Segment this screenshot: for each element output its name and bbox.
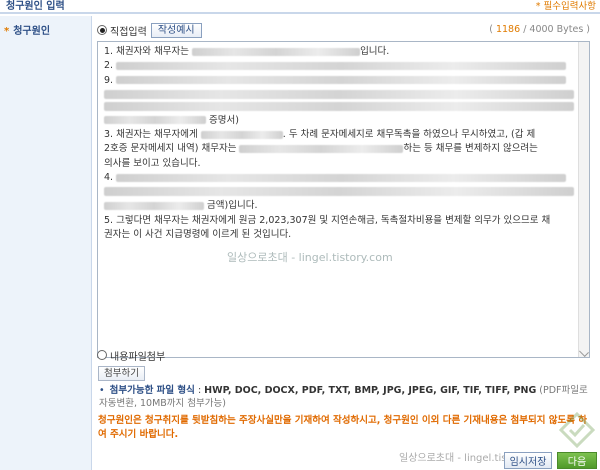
text-segment: 1. 채권자와 채무자는	[104, 46, 190, 57]
file-attach-radio[interactable]	[97, 350, 107, 360]
allowed-formats-note: • 첨부가능한 파일 형식 : HWP, DOC, DOCX, PDF, TXT…	[99, 384, 594, 410]
text-line: 권자는 이 사건 지급명령에 이르게 된 것입니다.	[104, 228, 292, 240]
direct-input-radio[interactable]	[97, 25, 107, 35]
sidebar-item-label: 청구원인	[13, 26, 51, 37]
redacted-text	[116, 173, 567, 182]
next-button[interactable]: 다음	[557, 452, 597, 469]
redacted-text	[116, 61, 567, 70]
redacted-text	[192, 47, 361, 56]
redacted-text	[239, 144, 404, 153]
direct-input-option: 직접입력 작성예시	[97, 22, 202, 38]
formats-colon: :	[194, 385, 205, 396]
redacted-text	[104, 201, 204, 210]
textarea-content: 1. 채권자와 채무자는 입니다. 2. 9. 증명서) 3. 채권자는 채무자…	[104, 45, 575, 242]
formats-types: HWP, DOC, DOCX, PDF, TXT, BMP, JPG, JPEG…	[204, 385, 537, 396]
resize-grip-icon[interactable]	[579, 347, 589, 357]
redacted-text	[104, 116, 206, 125]
page-title: 청구원인 입력	[6, 1, 65, 12]
text-segment: 하는 등 채무를 변제하지 않으려는	[403, 143, 538, 155]
counter-used: 1186	[495, 24, 521, 35]
save-draft-button[interactable]: 임시저장	[504, 452, 552, 469]
counter-limit: / 4000 Bytes )	[523, 24, 590, 35]
redacted-text	[200, 130, 283, 139]
text-line: 1. 채권자와 채무자는 입니다.	[104, 45, 575, 59]
sidebar: * 청구원인	[0, 16, 92, 470]
redacted-text	[104, 101, 574, 111]
counter-open: (	[489, 24, 493, 35]
text-segment: 3. 채권자는 채무자에게	[104, 129, 198, 141]
main-panel: 직접입력 작성예시 ( 1186 / 4000 Bytes ) 1. 채권자와 …	[93, 16, 600, 470]
text-line: 4.	[104, 171, 575, 185]
text-segment: 2.	[104, 60, 114, 72]
text-segment: 증명서)	[209, 114, 239, 126]
warning-text: 청구원인은 청구취지를 뒷받침하는 주장사실만을 기재하여 작성하시고, 청구원…	[98, 415, 588, 440]
file-attach-option: 내용파일첨부	[97, 347, 169, 363]
attach-button[interactable]: 첨부하기	[98, 366, 145, 381]
text-line: 3. 채권자는 채무자에게 . 두 차례 문자메세지로 채무독촉을 하였으나 무…	[104, 128, 575, 142]
text-segment: 4.	[104, 172, 114, 184]
text-line: 2호증 문자메세지 내역) 채무자는 하는 등 채무를 변제하지 않으려는	[104, 142, 575, 156]
required-star-icon: *	[4, 26, 10, 37]
text-line: 금액)입니다.	[104, 199, 575, 213]
file-attach-label[interactable]: 내용파일첨부	[110, 348, 165, 363]
bullet-icon: •	[99, 385, 105, 396]
sidebar-item-claim-reason[interactable]: * 청구원인	[4, 22, 50, 37]
textarea-scrollbar[interactable]	[578, 42, 589, 357]
text-segment: 9.	[104, 74, 114, 86]
watermark: 일상으로초대 - lingel.tistory.com	[227, 251, 393, 264]
redacted-text	[116, 76, 567, 85]
text-line: 2.	[104, 59, 575, 73]
watermark-logo-icon	[559, 412, 595, 448]
example-button[interactable]: 작성예시	[150, 22, 202, 38]
text-segment: 입니다.	[360, 46, 390, 57]
radio-selected-dot	[99, 27, 105, 33]
byte-counter: ( 1186 / 4000 Bytes )	[489, 24, 590, 35]
direct-input-label[interactable]: 직접입력	[110, 23, 147, 38]
claim-reason-textarea[interactable]: 1. 채권자와 채무자는 입니다. 2. 9. 증명서) 3. 채권자는 채무자…	[97, 41, 590, 358]
redacted-text	[104, 89, 574, 99]
text-line: 증명서)	[104, 114, 575, 128]
text-segment: . 두 차례 문자메세지로 채무독촉을 하였으나 무시하였고, (갑 제	[282, 129, 536, 141]
formats-label: 첨부가능한 파일 형식	[109, 385, 195, 396]
text-line: 9.	[104, 74, 575, 88]
required-fields-note: * 필수입력사항	[535, 1, 596, 12]
text-line: 5. 그렇다면 채무자는 채권자에게 원금 2,023,307원 및 지연손해금…	[104, 214, 551, 226]
page-header: 청구원인 입력 * 필수입력사항	[0, 0, 600, 14]
text-line: 의사를 보이고 있습니다.	[104, 157, 201, 169]
text-segment: 2호증 문자메세지 내역) 채무자는	[104, 143, 237, 155]
redacted-text	[104, 187, 574, 197]
text-segment: 금액)입니다.	[207, 200, 258, 212]
